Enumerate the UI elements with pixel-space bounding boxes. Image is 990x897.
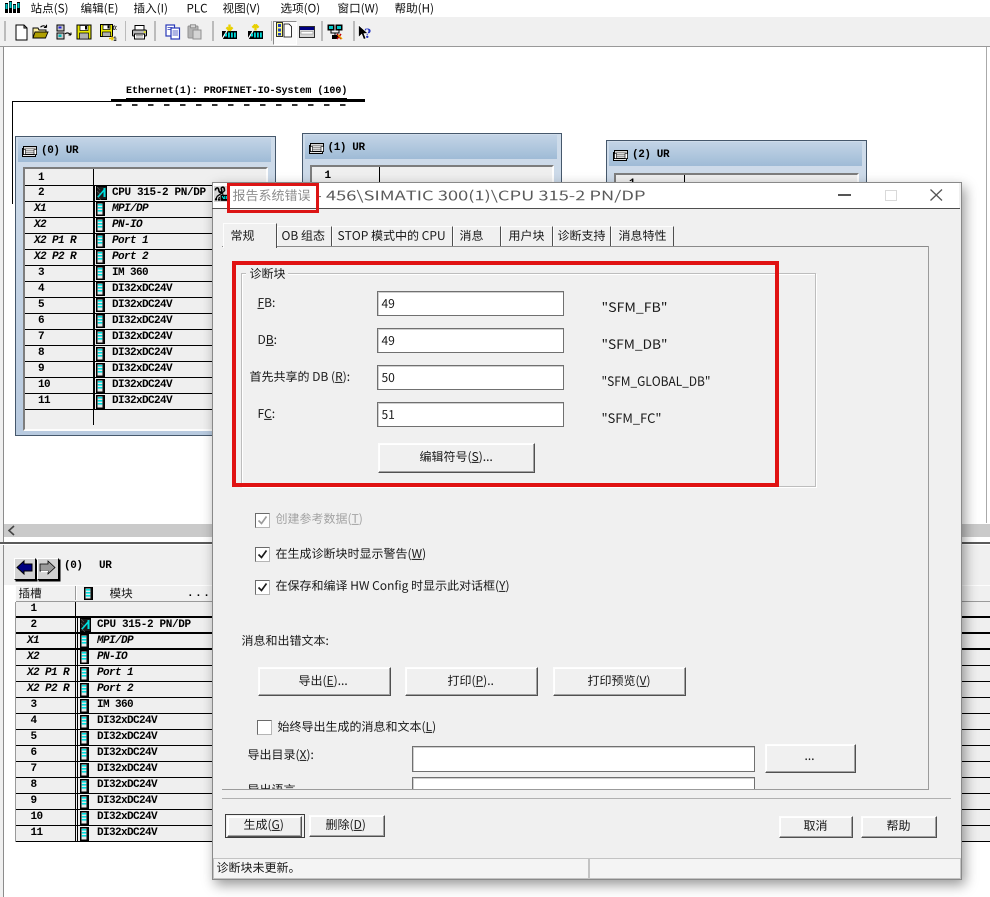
svg-text:10: 10 — [113, 37, 117, 41]
svg-text:01: 01 — [113, 26, 117, 32]
